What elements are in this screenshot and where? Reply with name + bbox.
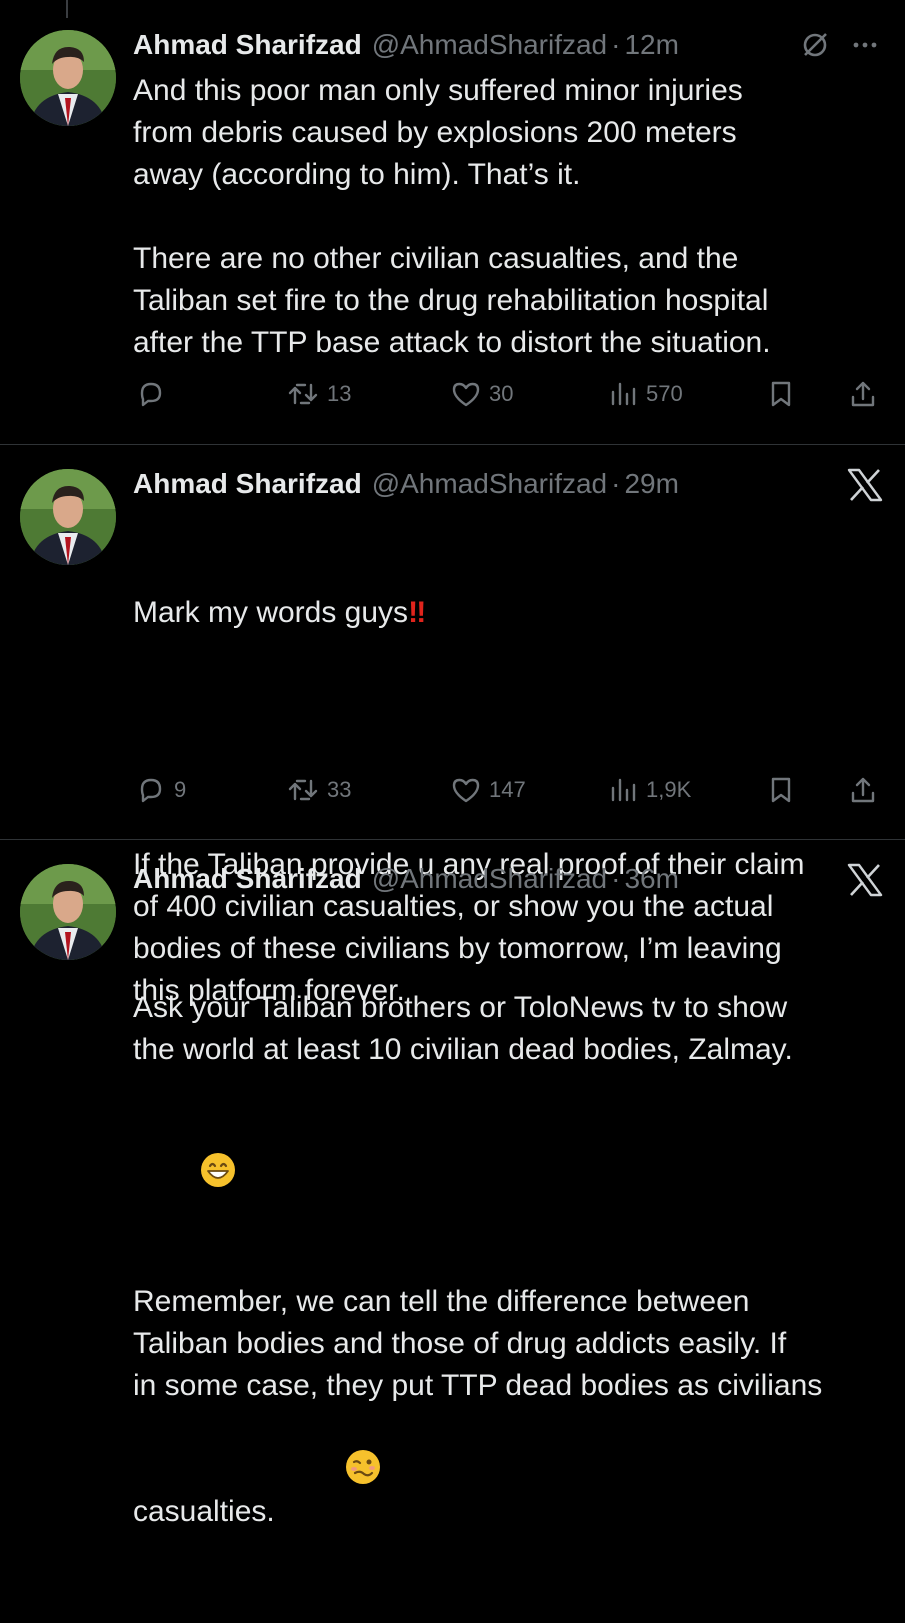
author-handle[interactable]: @AhmadSharifzad	[372, 468, 607, 500]
separator-dot: ·	[611, 863, 621, 894]
heart-icon	[452, 778, 480, 803]
author-name[interactable]: Ahmad Sharifzad	[133, 29, 362, 61]
reply-count: 9	[174, 777, 187, 802]
repost-count: 13	[327, 381, 352, 406]
reply-button[interactable]	[136, 379, 174, 409]
repost-button[interactable]: 13	[287, 379, 351, 409]
views-count: 570	[646, 381, 683, 406]
tweet-text: And this poor man only suffered minor in…	[133, 74, 771, 359]
avatar[interactable]	[20, 30, 116, 126]
woozy-face-emoji	[279, 1407, 382, 1539]
timestamp[interactable]: 12m	[624, 29, 678, 61]
author-handle[interactable]: @AhmadSharifzad	[372, 29, 607, 61]
grok-icon[interactable]	[800, 30, 830, 65]
tweet-actions: 13 30 570	[0, 379, 905, 419]
share-button[interactable]	[848, 379, 878, 409]
views-count: 1,9K	[646, 777, 692, 802]
avatar[interactable]	[20, 864, 116, 960]
like-count: 147	[489, 777, 526, 802]
repost-icon	[288, 779, 318, 801]
views-button[interactable]: 570	[608, 379, 683, 409]
tweet-header: Ahmad Sharifzad @AhmadSharifzad · 12m	[133, 27, 679, 63]
author-name[interactable]: Ahmad Sharifzad	[133, 468, 362, 500]
like-count: 30	[489, 381, 514, 406]
reply-icon	[140, 778, 162, 803]
reply-icon	[140, 382, 162, 407]
tweet-top-icons	[846, 862, 884, 903]
tweet-1[interactable]: Ahmad Sharifzad @AhmadSharifzad · 12m An…	[0, 0, 905, 444]
grinning-face-emoji	[133, 1110, 236, 1242]
bookmark-icon	[771, 381, 791, 407]
tweet-text: Ask your Taliban brothers or ToloNews tv…	[133, 903, 893, 1623]
repost-icon	[288, 383, 318, 405]
author-name[interactable]: Ahmad Sharifzad	[133, 863, 362, 895]
share-icon	[851, 777, 875, 803]
tweet-top-icons	[800, 30, 880, 65]
views-button[interactable]: 1,9K	[608, 775, 691, 805]
tweet-header: Ahmad Sharifzad @AhmadSharifzad · 36m	[133, 861, 679, 897]
share-button[interactable]	[848, 775, 878, 805]
views-icon	[611, 778, 636, 802]
like-button[interactable]: 147	[451, 775, 526, 805]
timestamp[interactable]: 36m	[624, 863, 678, 895]
tweet-3[interactable]: Ahmad Sharifzad @AhmadSharifzad · 36m As…	[0, 840, 905, 1528]
tweet-actions: 9 33 147 1,9K	[0, 775, 905, 815]
more-icon[interactable]	[850, 30, 880, 65]
separator-dot: ·	[611, 29, 621, 60]
bookmark-button[interactable]	[766, 775, 796, 805]
share-icon	[851, 381, 875, 407]
tweet-top-icons	[846, 467, 884, 508]
reply-button[interactable]: 9	[136, 775, 186, 805]
tweet-header: Ahmad Sharifzad @AhmadSharifzad · 29m	[133, 466, 679, 502]
bookmark-button[interactable]	[766, 379, 796, 409]
tweet-text-line1: Mark my words guys	[133, 596, 409, 629]
x-logo-icon	[846, 467, 884, 508]
tweet-2[interactable]: Ahmad Sharifzad @AhmadSharifzad · 29m Ma…	[0, 445, 905, 1007]
like-button[interactable]: 30	[451, 379, 513, 409]
timestamp[interactable]: 29m	[624, 468, 678, 500]
separator-dot: ·	[611, 468, 621, 499]
avatar[interactable]	[20, 469, 116, 565]
bookmark-icon	[771, 777, 791, 803]
heart-icon	[452, 382, 480, 407]
double-exclamation-emoji: ‼	[408, 596, 426, 629]
x-logo-icon	[846, 862, 884, 903]
repost-count: 33	[327, 777, 352, 802]
repost-button[interactable]: 33	[287, 775, 351, 805]
tweet-text-part1: Ask your Taliban brothers or ToloNews tv…	[133, 991, 793, 1066]
tweet-text-part2: Remember, we can tell the difference bet…	[133, 1285, 823, 1528]
views-icon	[611, 382, 636, 406]
author-handle[interactable]: @AhmadSharifzad	[372, 863, 607, 895]
